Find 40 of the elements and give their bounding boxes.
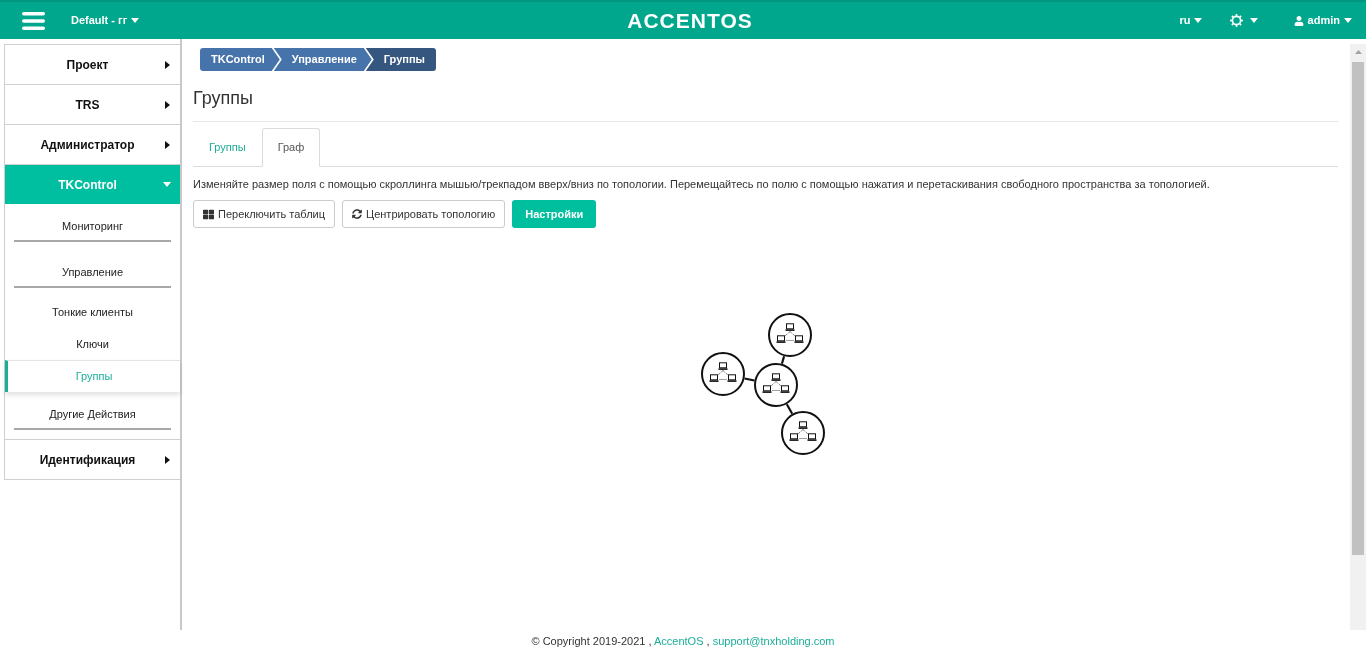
menu-icon [22,11,45,30]
caret-down-icon [1193,18,1202,23]
breadcrumb-item[interactable]: Группы [365,48,436,71]
breadcrumb-item[interactable]: Управление [273,48,372,71]
caret-down-icon [163,182,171,187]
edge-line [785,403,794,415]
grid-icon [203,208,214,220]
page-title: Группы [193,87,254,110]
sidebar-section-header[interactable]: Мониторинг [14,219,171,242]
breadcrumb-item[interactable]: TKControl [200,48,280,71]
settings-icon [1229,14,1243,27]
caret-down-icon [1249,18,1258,23]
network-node [768,313,812,357]
caret-right-icon [164,60,170,69]
sidebar-section-header[interactable]: Управление [14,265,171,288]
refresh-icon [352,209,363,219]
brand-logo: ACCENTOS [627,10,753,31]
network-node [701,352,745,396]
network-node [754,363,798,407]
triangle-up-icon [1354,50,1362,54]
edge-line [744,377,755,382]
tab[interactable]: Граф [261,128,321,167]
sidebar-subitem[interactable]: Ключи [5,328,180,360]
toolbar-button[interactable]: Переключить таблиц [193,200,336,228]
scrollbar-thumb[interactable] [1352,62,1364,555]
settings-dropdown[interactable] [1229,14,1258,27]
menu-button[interactable] [22,11,45,30]
caret-right-icon [164,455,170,464]
network-node [781,411,825,455]
toolbar-button[interactable]: Центрировать топологию [342,200,506,228]
sidebar-section-header[interactable]: Другие Действия [14,407,171,430]
caret-down-icon [131,18,140,23]
caret-right-icon [164,140,170,149]
copyright-text: © Copyright 2019-2021 , AccentOS , support@tnxholding.com [531,633,835,649]
hint-text: Изменяйте размер поля с помощью скроллинга мышью/трекпадом вверх/вниз по топологии. Перемещайтесь по полю с помощью нажатия и перетаскивания свободного пространства за топологией. [193,177,1211,191]
user-icon [1293,15,1304,26]
caret-right-icon [164,100,170,109]
edge-line [780,355,786,365]
sidebar-subitem[interactable]: Тонкие клиенты [5,296,180,328]
caret-down-icon [1344,18,1352,23]
